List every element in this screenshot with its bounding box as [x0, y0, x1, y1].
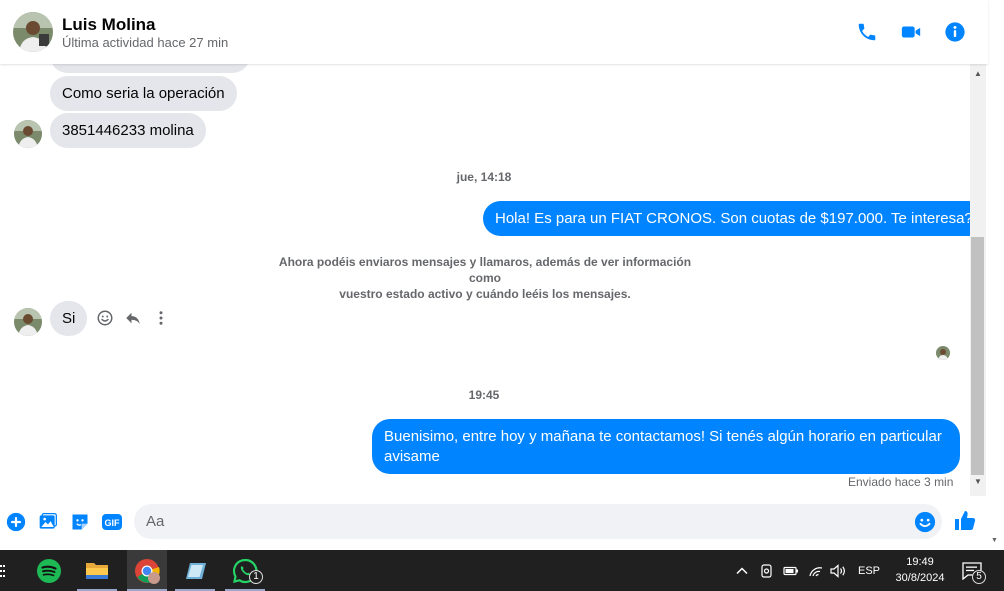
screen: Luis Molina Última actividad hace 27 min… — [0, 0, 1004, 591]
notes-app-icon[interactable] — [175, 550, 215, 591]
contact-name[interactable]: Luis Molina — [62, 15, 156, 35]
gif-label: GIF — [105, 518, 121, 528]
file-explorer-icon[interactable] — [77, 550, 117, 591]
notice-line: vuestro estado activo y cuándo leéis los… — [339, 287, 631, 301]
windows-taskbar: 1 ESP 19:49 30/8/2024 5 — [0, 550, 1004, 591]
message-bubble-outgoing[interactable]: Hola! Es para un FIAT CRONOS. Son cuotas… — [483, 201, 970, 236]
info-icon[interactable] — [943, 20, 967, 44]
timestamp: jue, 14:18 — [456, 170, 512, 184]
clock-time: 19:49 — [906, 556, 934, 568]
scroll-up-arrow[interactable]: ▲ — [972, 68, 984, 80]
chrome-profile-badge — [148, 572, 160, 584]
chat-header: Luis Molina Última actividad hace 27 min — [0, 0, 988, 64]
gif-icon[interactable]: GIF — [101, 511, 123, 533]
notice-line: Ahora podéis enviaros mensajes y llamaro… — [278, 255, 692, 285]
input-language[interactable]: ESP — [858, 550, 880, 591]
message-bubble-outgoing[interactable]: Buenisimo, entre hoy y mañana te contact… — [372, 419, 960, 474]
clock-date: 30/8/2024 — [895, 572, 945, 584]
contact-avatar-small[interactable] — [14, 308, 42, 336]
message-list[interactable]: Como seria la operación 3851446233 molin… — [0, 64, 970, 496]
message-bubble-incoming[interactable]: Como seria la operación — [50, 76, 237, 111]
plus-icon[interactable] — [5, 511, 27, 533]
wifi-icon[interactable] — [808, 550, 824, 591]
battery-icon[interactable] — [783, 550, 799, 591]
contact-last-active: Última actividad hace 27 min — [62, 35, 229, 50]
chrome-icon[interactable] — [127, 550, 167, 591]
seen-avatar — [936, 346, 950, 360]
spotify-icon[interactable] — [29, 550, 69, 591]
message-bubble-incoming[interactable]: Si — [50, 301, 88, 336]
contact-avatar[interactable] — [13, 12, 53, 52]
reply-icon[interactable] — [123, 308, 143, 328]
connection-notice: Ahora podéis enviaros mensajes y llamaro… — [270, 254, 700, 302]
thumbs-up-icon[interactable] — [953, 509, 977, 533]
delivery-status: Enviado hace 3 min — [848, 475, 954, 489]
phone-icon[interactable] — [855, 20, 879, 44]
react-icon[interactable] — [95, 308, 115, 328]
message-bubble-partial[interactable] — [50, 64, 250, 73]
show-hidden-icons[interactable] — [735, 550, 749, 591]
timestamp: 19:45 — [468, 388, 500, 402]
notification-count-badge: 5 — [972, 570, 986, 584]
meet-now-icon[interactable] — [760, 550, 774, 591]
contact-avatar-small[interactable] — [14, 120, 42, 148]
message-bubble-incoming[interactable]: 3851446233 molina — [50, 113, 206, 148]
whatsapp-badge: 1 — [249, 570, 263, 584]
sticker-icon[interactable] — [69, 511, 91, 533]
more-options-icon[interactable] — [151, 308, 171, 328]
scrollbar-thumb[interactable] — [971, 237, 984, 475]
volume-icon[interactable] — [830, 550, 848, 591]
system-clock[interactable]: 19:49 30/8/2024 — [880, 554, 960, 586]
image-icon[interactable] — [37, 511, 59, 533]
page-edge — [986, 0, 1004, 550]
task-view-edge[interactable] — [0, 564, 6, 578]
message-input[interactable] — [134, 504, 942, 539]
message-composer: GIF — [0, 496, 988, 550]
whatsapp-icon[interactable]: 1 — [225, 550, 265, 591]
scroll-down-arrow[interactable]: ▼ — [972, 476, 984, 488]
video-icon[interactable] — [899, 20, 923, 44]
emoji-icon[interactable] — [914, 511, 936, 533]
page-scroll-arrow[interactable]: ▼ — [991, 537, 998, 544]
